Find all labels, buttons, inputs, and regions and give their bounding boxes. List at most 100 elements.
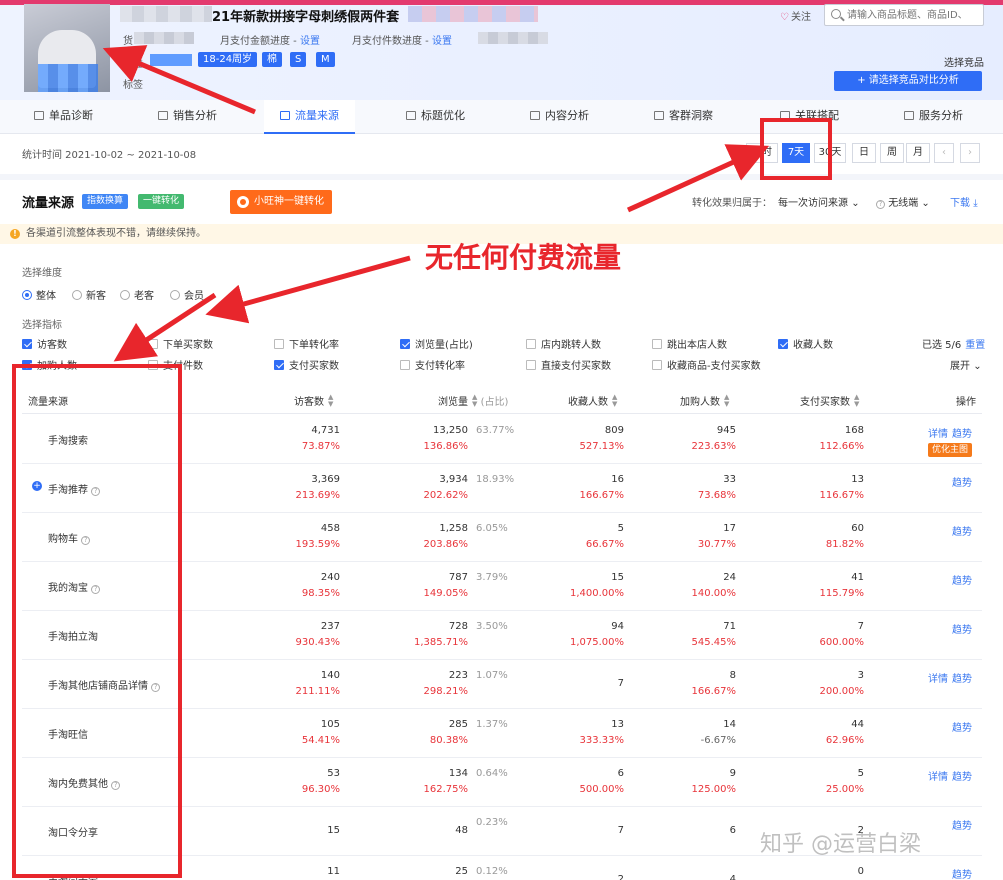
cell-pv-change: 202.62% — [423, 490, 469, 501]
date-7days-button[interactable]: 7天 — [782, 143, 810, 163]
cell-fav-change: 1,075.00% — [569, 637, 624, 648]
cell-visitors: 4,731 — [311, 425, 340, 436]
download-link[interactable]: 下载 ⤓ — [950, 194, 978, 209]
metric-inshop-jump[interactable]: 店内跳转人数 — [526, 336, 601, 351]
date-month-button[interactable]: 月 — [906, 143, 930, 163]
source-name[interactable]: 手淘搜索 — [48, 432, 88, 447]
tab-title-optimize[interactable]: 标题优化 — [406, 100, 465, 134]
radio-old-customer[interactable]: 老客 — [120, 287, 154, 302]
one-click-convert-badge[interactable]: 一键转化 — [138, 194, 185, 209]
table-row: 手淘旺信 105 54.41% 285 80.38% 13 333.33% 14 -6.67% 4… — [22, 709, 982, 758]
metric-favorites[interactable]: 收藏人数 — [778, 336, 833, 351]
label-label: 标签 — [123, 80, 143, 91]
op-link[interactable]: 详情 — [928, 772, 948, 783]
source-name[interactable]: 手淘旺信 — [48, 726, 88, 741]
source-name[interactable]: 手淘拍立淘 — [48, 628, 98, 643]
metric-pay-rate[interactable]: 支付转化率 — [400, 357, 465, 372]
radio-member[interactable]: 会员 — [170, 287, 204, 302]
th-add-cart[interactable]: 加购人数 ▲ ▼ — [680, 393, 729, 409]
cell-visitors-change: 211.11% — [295, 686, 341, 697]
metric-pay-items[interactable]: 支付件数 — [148, 357, 203, 372]
reset-link[interactable]: 重置 — [965, 340, 985, 351]
op-link[interactable]: 趋势 — [952, 674, 972, 685]
op-link[interactable]: 趋势 — [952, 429, 972, 440]
op-link[interactable]: 详情 — [928, 674, 948, 685]
date-day-button[interactable]: 日 — [852, 143, 876, 163]
date-realtime-button[interactable]: 实时 — [746, 143, 778, 163]
date-week-button[interactable]: 周 — [880, 143, 904, 163]
op-link[interactable]: 趋势 — [952, 527, 972, 538]
cell-fav: 16 — [611, 474, 624, 485]
cell-cart: 24 — [723, 572, 736, 583]
metric-direct-pay[interactable]: 直接支付买家数 — [526, 357, 611, 372]
metric-order-buyers[interactable]: 下单买家数 — [148, 336, 213, 351]
cell-pv-change: 203.86% — [423, 539, 469, 550]
op-link[interactable]: 趋势 — [952, 625, 972, 636]
monthly-payment-set-link[interactable]: 设置 — [300, 36, 320, 47]
source-name[interactable]: 淘口令分享 — [48, 824, 98, 839]
op-link[interactable]: 趋势 — [952, 478, 972, 489]
cell-pv: 13,250 — [433, 425, 468, 436]
metric-bounce[interactable]: 跳出本店人数 — [652, 336, 727, 351]
th-pageviews[interactable]: 浏览量 ▲ ▼ (占比) — [438, 393, 508, 409]
th-visitors[interactable]: 访客数 ▲ ▼ — [294, 393, 333, 409]
source-name[interactable]: 购物车 ? — [48, 530, 91, 545]
metric-fav-pay[interactable]: 收藏商品-支付买家数 — [652, 357, 761, 372]
search-input[interactable] — [847, 7, 979, 23]
tab-content-analysis[interactable]: 内容分析 — [530, 100, 589, 134]
monthly-count-set-link[interactable]: 设置 — [432, 36, 452, 47]
chart-icon — [280, 111, 290, 120]
th-favorites[interactable]: 收藏人数 ▲ ▼ — [568, 393, 617, 409]
op-link[interactable]: 详情 — [928, 429, 948, 440]
op-link[interactable]: 趋势 — [952, 870, 972, 880]
goods-label: 货 — [123, 36, 133, 47]
optimize-main-image-button[interactable]: 优化主图 — [927, 443, 972, 457]
tab-related-match[interactable]: 关联搭配 — [780, 100, 839, 134]
tab-label: 内容分析 — [545, 109, 589, 122]
tab-traffic-source[interactable]: 流量来源 — [264, 100, 355, 134]
op-link[interactable]: 趋势 — [952, 772, 972, 783]
search-box[interactable] — [824, 4, 984, 26]
op-link[interactable]: 趋势 — [952, 723, 972, 734]
date-prev-button[interactable]: ‹ — [934, 143, 954, 163]
device-select[interactable]: ? 无线端 ⌄ — [876, 194, 930, 209]
wangwang-convert-button[interactable]: 小旺神一键转化 — [230, 190, 332, 214]
op-link[interactable]: 趋势 — [952, 821, 972, 832]
plus-expand-icon[interactable]: + — [32, 481, 42, 491]
source-name[interactable]: 淘内免费其他 ? — [48, 775, 121, 790]
compare-competitor-button[interactable]: + 请选择竞品对比分析 — [834, 71, 982, 91]
source-name[interactable]: 手淘推荐 ? — [48, 481, 101, 496]
product-thumbnail[interactable] — [24, 4, 110, 92]
metric-pay-buyers[interactable]: 支付买家数 — [274, 357, 339, 372]
th-pay-buyers[interactable]: 支付买家数 ▲ ▼ — [800, 393, 859, 409]
date-30days-button[interactable]: 30天 — [814, 143, 846, 163]
radio-new-customer[interactable]: 新客 — [72, 287, 106, 302]
source-name[interactable]: 手淘问大家 — [48, 873, 98, 880]
checkbox — [274, 339, 284, 349]
attribution-select[interactable]: 每一次访问来源 ⌄ — [778, 194, 860, 209]
metric-order-rate[interactable]: 下单转化率 — [274, 336, 339, 351]
follow-button[interactable]: ♡ 关注 — [780, 8, 811, 23]
metric-visitors[interactable]: 访客数 — [22, 336, 67, 351]
metric-pageviews[interactable]: 浏览量(占比) — [400, 336, 473, 351]
op-link[interactable]: 趋势 — [952, 576, 972, 587]
source-label: 购物车 — [48, 534, 78, 545]
people-icon — [654, 111, 664, 120]
product-title[interactable]: 21年新款拼接字母刺绣假两件套 — [212, 6, 399, 25]
tab-item-diagnosis[interactable]: 单品诊断 — [34, 100, 93, 134]
index-convert-badge[interactable]: 指数换算 — [82, 194, 129, 209]
cell-buy: 3 — [857, 670, 864, 681]
metric-add-cart[interactable]: 加购人数 — [22, 357, 77, 372]
tab-bar: 单品诊断 销售分析 流量来源 标题优化 内容分析 客群洞察 关联搭配 服务分析 — [0, 100, 1003, 134]
source-name[interactable]: 我的淘宝 ? — [48, 579, 101, 594]
source-label: 手淘拍立淘 — [48, 632, 98, 643]
expand-link[interactable]: 展开 ⌄ — [950, 357, 982, 372]
row-operations: 趋势 — [948, 817, 972, 832]
tab-customer-insight[interactable]: 客群洞察 — [654, 100, 713, 134]
tab-service-analysis[interactable]: 服务分析 — [904, 100, 963, 134]
tab-sales-analysis[interactable]: 销售分析 — [158, 100, 217, 134]
date-next-button[interactable]: › — [960, 143, 980, 163]
row-operations: 详情 趋势 — [924, 670, 972, 685]
radio-all[interactable]: 整体 — [22, 287, 56, 302]
source-name[interactable]: 手淘其他店铺商品详情 ? — [48, 677, 161, 692]
